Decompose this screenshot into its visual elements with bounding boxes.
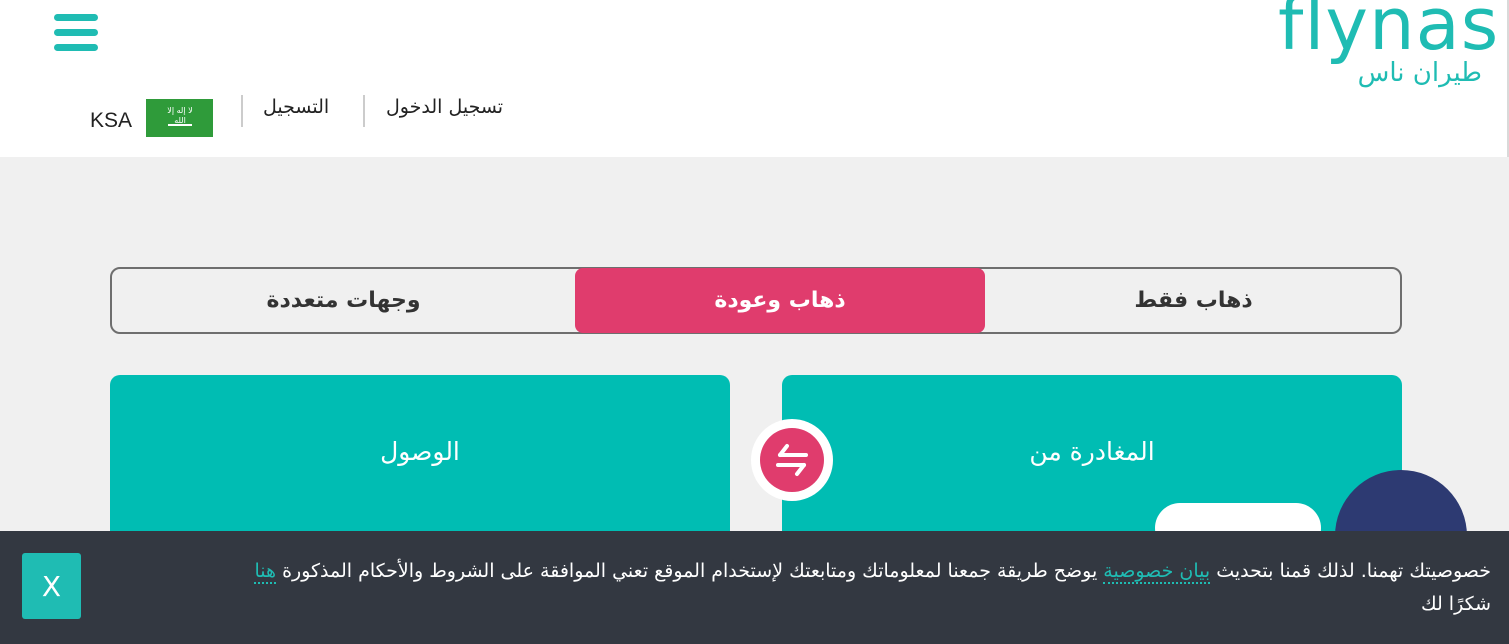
saudi-flag-icon[interactable]: لا إله إلا الله (146, 99, 213, 137)
cookie-text-intro: خصوصيتك تهمنا. لذلك قمنا بتحديث (1216, 560, 1491, 582)
swap-button[interactable] (751, 419, 833, 501)
logo-wordmark: flynas (1278, 0, 1500, 66)
trip-type-tabs: وجهات متعددة ذهاب وعودة ذهاب فقط (110, 267, 1402, 334)
departure-label: المغادرة من (1029, 437, 1155, 466)
cookie-banner-text: خصوصيتك تهمنا. لذلك قمنا بتحديث بيان خصو… (96, 555, 1491, 621)
privacy-statement-link[interactable]: بيان خصوصية (1103, 560, 1211, 584)
logo-arabic-wordmark: طيران ناس (1357, 58, 1482, 88)
tab-return[interactable]: ذهاب وعودة (575, 268, 985, 333)
tab-multi-city[interactable]: وجهات متعددة (112, 269, 575, 332)
nav-divider (363, 95, 365, 127)
cookie-text-body: يوضح طريقة جمعنا لمعلوماتك ومتابعتك لإست… (282, 560, 1098, 582)
arrival-field[interactable]: الوصول (110, 375, 730, 555)
tab-one-way[interactable]: ذهاب فقط (985, 269, 1402, 332)
cookie-thanks: شكرًا لك (1420, 593, 1491, 615)
country-code[interactable]: KSA (90, 109, 132, 133)
cookie-banner: X خصوصيتك تهمنا. لذلك قمنا بتحديث بيان خ… (0, 531, 1509, 644)
arrival-label: الوصول (380, 437, 460, 466)
terms-here-link[interactable]: هنا (254, 560, 277, 584)
swap-arrows-icon (760, 428, 824, 492)
nav-divider (241, 95, 243, 127)
close-banner-button[interactable]: X (22, 553, 81, 619)
login-link[interactable]: تسجيل الدخول (386, 96, 503, 118)
hamburger-menu-icon[interactable] (54, 14, 98, 52)
register-link[interactable]: التسجيل (263, 96, 329, 118)
flynas-logo[interactable]: flynas طيران ناس (1278, 0, 1498, 94)
site-header: flynas طيران ناس KSA لا إله إلا الله الت… (0, 0, 1509, 157)
